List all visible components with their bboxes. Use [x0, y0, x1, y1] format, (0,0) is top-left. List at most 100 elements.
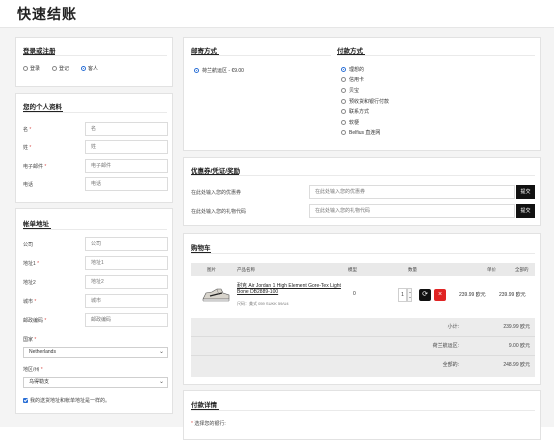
- login-radio-register[interactable]: [52, 66, 57, 71]
- shipping-cost-label: 荷兰航运区:: [432, 343, 459, 349]
- cart-divider: [191, 253, 535, 254]
- payment-radio-soft[interactable]: [341, 120, 346, 125]
- first-name-label: 名 *: [23, 127, 32, 133]
- product-name-link[interactable]: 耐克 Air Jordan 1 High Element Gore-Tex Li…: [237, 283, 347, 295]
- last-name-label: 姓 *: [23, 145, 32, 151]
- login-option-guest: 客人: [88, 66, 99, 72]
- billing-title: 帐单地址: [23, 221, 49, 228]
- country-label: 国家 *: [23, 337, 37, 343]
- address1-label: 地址1 *: [23, 261, 40, 267]
- region-select[interactable]: 乌得勒支 ⌄: [23, 377, 168, 388]
- payment-radio-bank[interactable]: [341, 99, 346, 104]
- product-thumbnail[interactable]: [200, 284, 232, 306]
- product-unit-price: 239.99 欧元: [459, 292, 486, 298]
- billing-divider: [23, 229, 167, 230]
- shipping-option-nl: 荷兰航运区 - €9.00: [202, 68, 244, 74]
- gift-code-input[interactable]: [309, 204, 515, 218]
- login-divider: [23, 55, 167, 56]
- grand-total-value: 248.99 欧元: [503, 362, 530, 368]
- login-radio-login[interactable]: [23, 66, 28, 71]
- payment-details-panel: 付款详情 * 选择您的银行:: [183, 390, 541, 440]
- product-model: 0: [353, 291, 356, 297]
- city-input[interactable]: [85, 294, 168, 308]
- col-total: 全部的: [515, 267, 529, 272]
- coupon-submit-button[interactable]: 提交: [516, 185, 535, 199]
- address1-input[interactable]: [85, 256, 168, 270]
- gift-code-label: 在此处输入您的礼物代码: [191, 209, 247, 215]
- shipping-cost-value: 9.00 欧元: [508, 343, 530, 349]
- payment-radio-ideal[interactable]: [341, 67, 346, 72]
- remove-icon[interactable]: ×: [434, 289, 446, 301]
- email-label: 电子邮件 *: [23, 164, 47, 170]
- col-image: 图片: [207, 267, 216, 272]
- payment-details-title: 付款详情: [191, 402, 217, 409]
- same-address-label: 我的送货地址和帐单地址是一样的。: [30, 398, 111, 404]
- totals-divider: [191, 336, 535, 337]
- totals-divider: [191, 355, 535, 356]
- col-product-name: 产品名称: [237, 267, 255, 272]
- cart-totals: 小计: 239.99 欧元 荷兰航运区: 9.00 欧元 全部的: 248.99…: [191, 318, 535, 377]
- city-label: 城市 *: [23, 299, 37, 305]
- col-quantity: 数量: [408, 267, 417, 272]
- postcode-label: 邮政编码 *: [23, 318, 47, 324]
- payment-option-belfius: Belfius 直连网: [349, 130, 381, 136]
- country-select[interactable]: Netherlands ⌄: [23, 347, 168, 358]
- personal-title: 您的个人资料: [23, 104, 62, 111]
- shipping-payment-panel: 邮寄方式 荷兰航运区 - €9.00 付款方式 理想的 信用卡 贝宝 预收货和银…: [183, 37, 541, 151]
- phone-label: 电话: [23, 182, 34, 188]
- cart-title: 购物车: [191, 245, 211, 252]
- payment-option-contact: 联系方式: [349, 109, 370, 115]
- col-model: 模型: [348, 267, 357, 272]
- address2-input[interactable]: [85, 275, 168, 289]
- shipping-radio-nl[interactable]: [194, 68, 199, 73]
- payment-option-card: 信用卡: [349, 77, 365, 83]
- company-input[interactable]: [85, 237, 168, 251]
- grand-total-label: 全部的:: [442, 362, 459, 368]
- company-label: 公司: [23, 242, 34, 248]
- postcode-input[interactable]: [85, 313, 168, 327]
- payment-radio-card[interactable]: [341, 77, 346, 82]
- page-title: 快速结账: [17, 6, 77, 22]
- first-name-input[interactable]: [85, 122, 168, 136]
- gift-code-submit-button[interactable]: 提交: [516, 204, 535, 218]
- product-total: 239.99 欧元: [499, 292, 526, 298]
- col-unit-price: 单价: [487, 267, 496, 272]
- payment-option-ideal: 理想的: [349, 67, 365, 73]
- payment-divider: [337, 55, 535, 56]
- billing-panel: 帐单地址 公司 地址1 * 地址2 城市 * 邮政编码 * 国家 * Nethe…: [15, 208, 173, 414]
- country-value: Netherlands: [29, 349, 56, 355]
- cart-panel: 购物车 图片 产品名称 模型 数量 单价 全部的 耐克 Air Jordan 1…: [183, 233, 541, 385]
- coupon-divider: [191, 175, 535, 176]
- payment-option-paypal: 贝宝: [349, 88, 360, 94]
- product-options: 尺码：美式 059 SUKK 59/U4: [237, 301, 289, 306]
- quantity-stepper[interactable]: [407, 288, 412, 302]
- phone-input[interactable]: [85, 177, 168, 191]
- personal-divider: [23, 112, 167, 113]
- payment-option-soft: 软梗: [349, 120, 360, 126]
- address2-label: 地址2: [23, 280, 36, 286]
- region-label: 地区/州 *: [23, 367, 43, 373]
- coupon-label: 在此处输入您的优惠券: [191, 190, 242, 196]
- login-radio-guest[interactable]: [81, 66, 86, 71]
- chevron-down-icon: ⌄: [158, 379, 164, 385]
- email-input[interactable]: [85, 159, 168, 173]
- bank-select-label: * 选择您的银行:: [191, 421, 226, 427]
- payment-details-divider: [191, 410, 535, 411]
- quantity-input[interactable]: 1: [398, 288, 407, 302]
- region-value: 乌得勒支: [29, 379, 50, 385]
- subtotal-value: 239.99 欧元: [503, 324, 530, 330]
- chevron-down-icon: ⌄: [158, 349, 164, 355]
- personal-panel: 您的个人资料 名 * 姓 * 电子邮件 * 电话: [15, 93, 173, 203]
- same-address-checkbox[interactable]: [23, 398, 28, 403]
- payment-radio-contact[interactable]: [341, 109, 346, 114]
- refresh-icon[interactable]: ⟳: [419, 289, 431, 301]
- table-row: 耐克 Air Jordan 1 High Element Gore-Tex Li…: [191, 277, 535, 313]
- page-header: 快速结账: [0, 0, 554, 28]
- payment-radio-paypal[interactable]: [341, 88, 346, 93]
- login-option-login: 登录: [30, 66, 41, 72]
- last-name-input[interactable]: [85, 140, 168, 154]
- coupon-input[interactable]: [309, 185, 515, 199]
- payment-radio-belfius[interactable]: [341, 130, 346, 135]
- subtotal-label: 小计:: [447, 324, 459, 330]
- shipping-divider: [191, 55, 331, 56]
